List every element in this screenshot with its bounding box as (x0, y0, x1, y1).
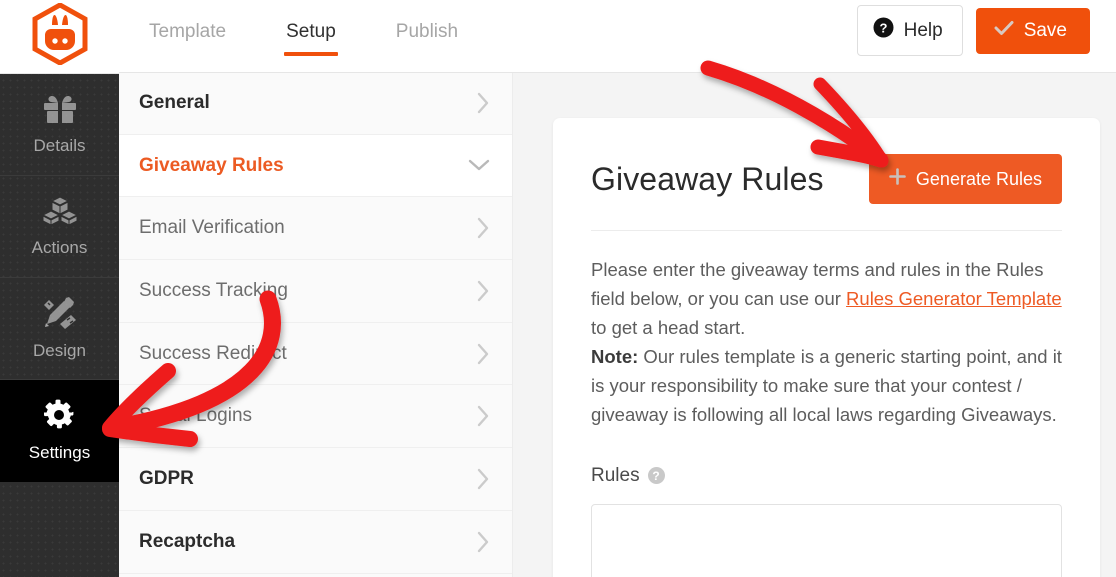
chevron-right-icon (477, 531, 490, 553)
note-text: Our rules template is a generic starting… (591, 346, 1062, 425)
giveaway-rules-panel: Giveaway Rules Generate Rules Please ent… (553, 118, 1100, 577)
gift-icon (43, 94, 77, 129)
panel-description: Please enter the giveaway terms and rule… (591, 231, 1062, 577)
page-title: Giveaway Rules (591, 160, 824, 197)
tab-publish[interactable]: Publish (380, 0, 474, 72)
question-circle-icon[interactable]: ? (647, 467, 665, 484)
top-bar: Template Setup Publish ? Help Save (119, 0, 1116, 73)
settings-item-recaptcha[interactable]: Recaptcha (119, 511, 512, 574)
save-button-label: Save (1023, 19, 1067, 41)
chevron-right-icon (477, 280, 490, 302)
settings-item-success-redirect[interactable]: Success Redirect (119, 323, 512, 386)
tab-label: Setup (286, 21, 336, 42)
tab-label: Publish (395, 21, 459, 42)
settings-item-giveaway-rules[interactable]: Giveaway Rules (119, 134, 512, 198)
settings-item-label: General (139, 91, 210, 113)
left-rail: Details Actions Design Settings (0, 0, 119, 577)
note-label: Note: (591, 346, 639, 367)
settings-item-label: Success Tracking (139, 279, 288, 301)
description-text-part2: to get a head start. (591, 317, 746, 338)
generate-rules-button[interactable]: Generate Rules (868, 154, 1062, 204)
settings-item-social-logins[interactable]: Social Logins (119, 385, 512, 449)
svg-text:?: ? (879, 20, 887, 35)
rail-item-label: Design (33, 340, 86, 360)
rail-item-design[interactable]: Design (0, 278, 119, 380)
rail-item-actions[interactable]: Actions (0, 176, 119, 278)
settings-item-label: Recaptcha (139, 530, 236, 552)
rules-input[interactable] (591, 504, 1062, 577)
cubes-icon (41, 195, 78, 231)
settings-item-general[interactable]: General (119, 72, 512, 135)
gear-icon (43, 399, 76, 436)
pencil-ruler-icon (43, 296, 77, 334)
help-button[interactable]: ? Help (856, 5, 963, 56)
settings-item-success-tracking[interactable]: Success Tracking (119, 260, 512, 323)
help-button-label: Help (903, 19, 943, 41)
rabbit-hexagon-logo-icon (31, 2, 89, 70)
chevron-right-icon (477, 405, 490, 427)
settings-item-gdpr[interactable]: GDPR (119, 448, 512, 511)
settings-item-label: Email Verification (139, 217, 285, 239)
tab-label: Template (149, 21, 227, 42)
plus-icon (889, 168, 906, 190)
tab-template[interactable]: Template (133, 0, 242, 72)
tab-setup[interactable]: Setup (270, 0, 352, 72)
rail-item-settings[interactable]: Settings (0, 380, 119, 482)
rail-item-details[interactable]: Details (0, 74, 119, 176)
chevron-right-icon (477, 343, 490, 365)
chevron-down-icon (468, 159, 490, 172)
app-root: Details Actions Design Settings Template… (0, 0, 1116, 577)
settings-item-label: Giveaway Rules (139, 154, 284, 176)
rail-item-label: Settings (28, 442, 91, 462)
settings-item-label: Social Logins (139, 405, 253, 427)
rules-field-label: Rules (591, 465, 640, 486)
chevron-right-icon (477, 468, 490, 490)
generate-rules-label: Generate Rules (915, 168, 1042, 189)
save-button[interactable]: Save (975, 7, 1090, 54)
chevron-right-icon (477, 92, 490, 114)
brand-logo[interactable] (0, 0, 119, 74)
panel-header: Giveaway Rules Generate Rules (591, 118, 1062, 231)
settings-item-label: Success Redirect (139, 342, 287, 364)
settings-section-list: General Giveaway Rules Email Verificatio… (119, 72, 513, 577)
rail-item-label: Actions (31, 237, 88, 257)
question-circle-icon: ? (873, 17, 894, 44)
settings-item-label: GDPR (139, 467, 194, 489)
check-icon (994, 20, 1014, 42)
rail-item-label: Details (33, 135, 86, 155)
settings-item-email-verification[interactable]: Email Verification (119, 197, 512, 261)
chevron-right-icon (477, 217, 490, 239)
main-content-area: Giveaway Rules Generate Rules Please ent… (512, 72, 1116, 577)
rules-field-label-row: Rules ? (591, 461, 1062, 490)
top-bar-actions: ? Help Save (856, 5, 1090, 56)
rules-generator-template-link[interactable]: Rules Generator Template (846, 288, 1062, 309)
tab-bar: Template Setup Publish (119, 0, 488, 72)
